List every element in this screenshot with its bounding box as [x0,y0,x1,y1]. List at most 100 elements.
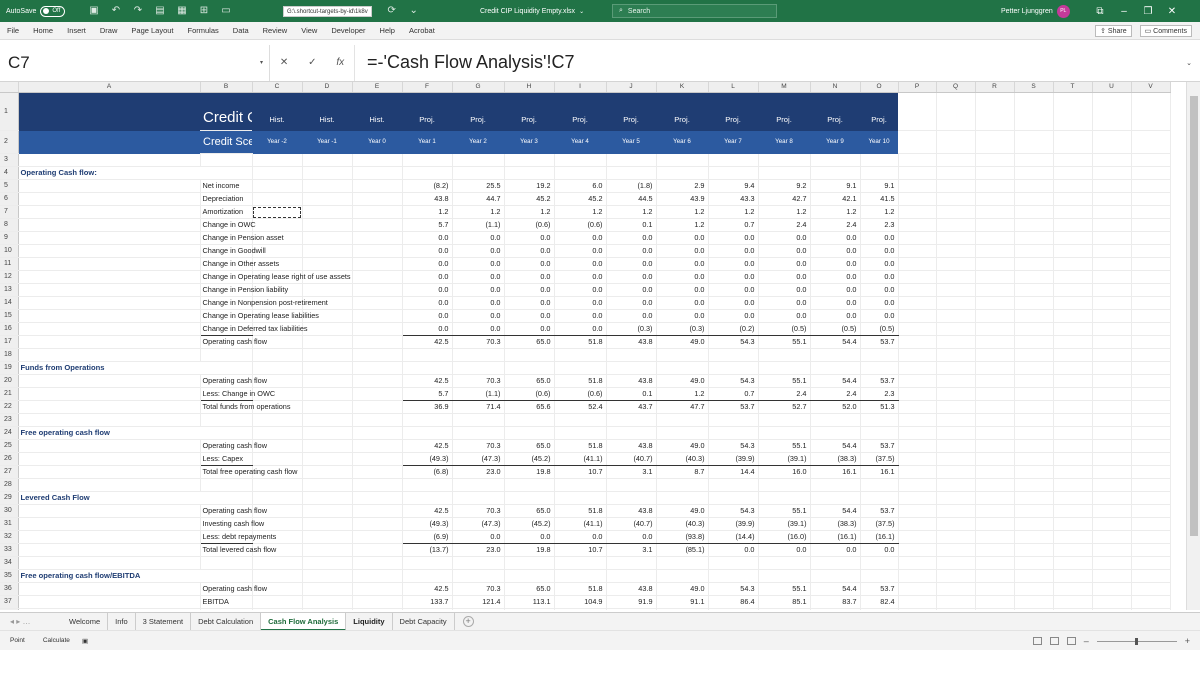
cell[interactable] [936,517,976,531]
cell[interactable] [975,192,1015,206]
value-cell[interactable]: 9.1 [810,179,861,193]
cell[interactable] [352,517,403,531]
cell[interactable] [302,556,353,570]
value-cell[interactable] [452,348,505,362]
value-cell[interactable] [810,348,861,362]
value-cell[interactable]: 25.5 [452,179,505,193]
cell[interactable] [898,322,937,336]
cell[interactable] [18,400,201,414]
cell[interactable] [898,491,937,505]
value-cell[interactable]: 0.0 [810,309,861,323]
cell[interactable] [898,179,937,193]
value-cell[interactable] [656,426,709,440]
cell[interactable] [1092,244,1132,258]
menu-formulas[interactable]: Formulas [181,26,226,35]
cell[interactable] [18,205,201,219]
cell[interactable] [1131,257,1171,271]
cell[interactable] [1053,322,1093,336]
cell[interactable] [18,270,201,284]
cell[interactable] [936,530,976,544]
value-cell[interactable]: 0.0 [860,543,899,557]
cell[interactable] [1092,426,1132,440]
cell[interactable] [1092,374,1132,388]
cell[interactable] [1131,569,1171,583]
spreadsheet-grid[interactable]: ABCDEFGHIJKLMNOPQRSTUVW1Credit Case-in-P… [0,82,1186,610]
cell[interactable] [352,257,403,271]
menu-file[interactable]: File [0,26,26,35]
value-cell[interactable]: 53.7% [656,608,709,610]
value-cell[interactable] [554,426,607,440]
value-cell[interactable]: (38.3) [810,452,861,466]
value-cell[interactable]: (13.7) [402,543,453,557]
value-cell[interactable]: 0.0 [860,309,899,323]
value-cell[interactable]: (1.8) [606,179,657,193]
value-cell[interactable]: (0.6) [554,218,607,232]
cell[interactable] [898,218,937,232]
value-cell[interactable]: 5.7 [402,387,453,401]
cell[interactable] [936,130,976,154]
value-cell[interactable]: 0.0 [504,270,555,284]
value-cell[interactable]: 54.3 [708,504,759,518]
cell[interactable] [1092,257,1132,271]
value-cell[interactable]: (16.1) [810,530,861,544]
column-header-C[interactable]: C [252,82,303,93]
value-cell[interactable]: (40.7) [606,517,657,531]
cell[interactable] [1053,374,1093,388]
value-cell[interactable]: 0.0 [554,283,607,297]
menu-draw[interactable]: Draw [93,26,125,35]
column-header-V[interactable]: V [1131,82,1171,93]
cell[interactable] [18,218,201,232]
cell[interactable] [1053,270,1093,284]
value-cell[interactable]: (37.5) [860,452,899,466]
cell[interactable] [936,166,976,180]
cell[interactable] [1053,218,1093,232]
value-cell[interactable] [708,413,759,427]
zoom-slider[interactable] [1096,637,1177,645]
value-cell[interactable]: 113.1 [504,595,555,609]
menu-developer[interactable]: Developer [324,26,372,35]
row-header[interactable]: 20 [0,374,19,388]
period-type[interactable]: Proj. [504,92,554,131]
customize-toolbar-icon[interactable]: ⌄ [408,5,420,17]
value-cell[interactable] [656,166,709,180]
value-cell[interactable]: 0.0 [554,257,607,271]
cell[interactable] [936,231,976,245]
value-cell[interactable]: 0.0 [708,543,759,557]
cell[interactable] [1053,130,1093,154]
value-cell[interactable]: 1.2 [860,205,899,219]
value-cell[interactable]: 0.0 [606,530,657,544]
cell[interactable] [1131,270,1171,284]
cell[interactable] [352,608,403,610]
value-cell[interactable]: 41.5 [860,192,899,206]
row-header[interactable]: 6 [0,192,19,206]
value-cell[interactable]: 54.4 [810,374,861,388]
value-cell[interactable]: (93.8) [656,530,709,544]
cell[interactable] [936,452,976,466]
value-cell[interactable] [452,413,505,427]
cell[interactable] [302,231,353,245]
cell[interactable] [18,153,201,167]
cell[interactable] [302,465,353,479]
cell[interactable] [1014,387,1054,401]
expand-formula-bar-icon[interactable]: ⌄ [1186,59,1200,67]
value-cell[interactable]: (16.0) [758,530,811,544]
cell[interactable] [1014,608,1054,610]
cell-a2[interactable] [18,130,200,154]
value-cell[interactable]: 43.7 [606,400,657,414]
cell[interactable] [18,582,201,596]
cell[interactable] [898,244,937,258]
row-label[interactable]: Depreciation [200,192,253,206]
cell[interactable] [252,595,303,609]
cell[interactable] [898,465,937,479]
value-cell[interactable]: 43.8 [606,335,657,349]
value-cell[interactable]: 36.9 [402,400,453,414]
cell[interactable] [975,413,1015,427]
cell[interactable] [352,595,403,609]
cell[interactable] [1131,556,1171,570]
value-cell[interactable] [554,166,607,180]
cell[interactable] [898,130,937,154]
value-cell[interactable]: 42.5 [402,582,453,596]
cell[interactable] [1014,543,1054,557]
row-header[interactable]: 11 [0,257,19,271]
cell[interactable] [1131,439,1171,453]
